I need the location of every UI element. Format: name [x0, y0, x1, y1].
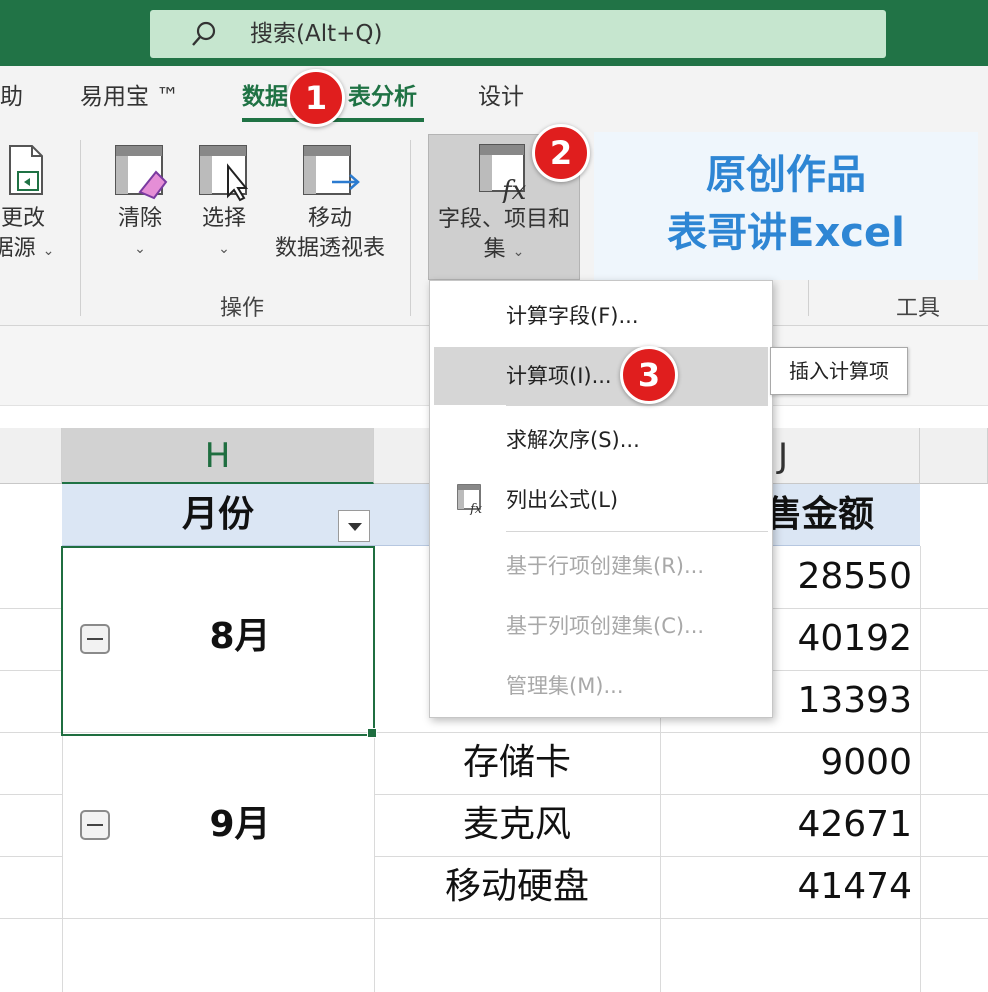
move-label-1: 移动 [307, 206, 352, 231]
svg-text:fx: fx [500, 176, 527, 203]
filter-dropdown-button[interactable] [338, 510, 370, 542]
menu-item-manage-sets: 管理集(M)... [430, 657, 772, 715]
tab-pivot-analyze-part1[interactable]: 数据 [242, 80, 288, 114]
change-source-icon [9, 145, 43, 195]
change-source-label-1: 更改 [0, 206, 45, 231]
amount-cell[interactable]: 41474 [660, 856, 912, 918]
chevron-down-icon: ⌄ [134, 241, 146, 257]
group-label-tools: 工具 [896, 296, 941, 321]
month-cell-sep[interactable]: 9月 [130, 794, 350, 856]
select-pivot-icon [199, 145, 249, 202]
group-divider [80, 140, 81, 316]
clear-pivot-icon [115, 145, 168, 200]
amount-cell[interactable]: 9000 [660, 732, 912, 794]
watermark-line-1: 原创作品 [706, 152, 866, 198]
search-placeholder: 搜索(Alt+Q) [250, 21, 383, 47]
step-badge-3: 3 [620, 346, 678, 404]
search-box[interactable]: 搜索(Alt+Q) [150, 10, 886, 58]
column-header-h[interactable]: H [62, 428, 374, 484]
menu-item-list-formulas[interactable]: 列出公式(L) [430, 471, 772, 529]
menu-item-solve-order[interactable]: 求解次序(S)... [430, 411, 772, 469]
menu-item-label: 计算项(I)... [506, 364, 612, 388]
fill-handle[interactable] [367, 728, 377, 738]
menu-item-label: 求解次序(S)... [506, 428, 640, 452]
fields-items-sets-menu: 计算字段(F)... 计算项(I)... 求解次序(S)... fx 列出公式(… [429, 280, 773, 718]
menu-item-label: 管理集(M)... [506, 674, 624, 698]
watermark: 原创作品 表哥讲Excel [594, 132, 978, 280]
change-source-label-2: 据源 [0, 236, 36, 261]
move-pivot-table-button[interactable]: 移动 数据透视表 [266, 142, 394, 264]
group-label-operation: 操作 [220, 296, 265, 321]
fx-pivot-icon: fx [479, 144, 527, 203]
tab-easyuse[interactable]: 易用宝 ™ [80, 80, 179, 114]
menu-separator [506, 405, 768, 406]
watermark-line-2: 表哥讲Excel [667, 210, 905, 256]
tooltip: 插入计算项 [770, 347, 908, 395]
chevron-down-icon: ⌄ [42, 243, 55, 259]
clear-label: 清除 [117, 206, 162, 231]
title-bar: 搜索(Alt+Q) [0, 0, 988, 66]
product-cell[interactable]: 移动硬盘 [374, 856, 660, 918]
menu-item-label: 列出公式(L) [506, 488, 619, 512]
cell-selection-border [61, 546, 375, 736]
product-cell[interactable]: 存储卡 [374, 732, 660, 794]
pivot-header-month-label: 月份 [181, 494, 254, 535]
fields-items-label-1: 字段、项目和 [437, 207, 570, 232]
change-data-source-button[interactable]: 更改 据源 ⌄ [0, 142, 60, 266]
pivot-header-month[interactable]: 月份 [62, 484, 374, 546]
pivot-header-amount-label: 售金额 [765, 494, 874, 535]
menu-item-calculated-field[interactable]: 计算字段(F)... [430, 287, 772, 345]
row-line [0, 918, 988, 919]
product-cell[interactable]: 麦克风 [374, 794, 660, 856]
row-line [0, 856, 62, 857]
column-header[interactable] [0, 428, 62, 484]
clear-button[interactable]: 清除 ⌄ [104, 142, 176, 264]
group-divider [410, 140, 411, 316]
column-header-j-label: J [778, 436, 789, 476]
menu-item-calculated-item[interactable]: 计算项(I)... [434, 347, 768, 405]
group-divider [808, 280, 809, 316]
collapse-button[interactable] [80, 810, 110, 840]
menu-item-create-set-columns: 基于列项创建集(C)... [430, 597, 772, 655]
tab-pivot-analyze-part2[interactable]: 表分析 [348, 80, 417, 114]
search-icon [192, 21, 216, 46]
select-button[interactable]: 选择 ⌄ [188, 142, 260, 264]
row-line [0, 794, 62, 795]
menu-item-label: 计算字段(F)... [506, 304, 639, 328]
select-label: 选择 [201, 206, 246, 231]
tab-help[interactable]: 助 [0, 80, 23, 114]
chevron-down-icon: ⌄ [218, 241, 230, 257]
amount-cell[interactable]: 42671 [660, 794, 912, 856]
menu-separator [506, 531, 768, 532]
move-label-2: 数据透视表 [274, 236, 385, 261]
column-line [920, 546, 921, 992]
ribbon-tabs: 助 易用宝 ™ 数据 表分析 设计 [0, 66, 988, 130]
fields-items-label-2: 集 [483, 237, 506, 262]
menu-item-label: 基于行项创建集(R)... [506, 554, 705, 578]
row-line [0, 670, 62, 671]
row-line [0, 608, 62, 609]
menu-item-label: 基于列项创建集(C)... [506, 614, 705, 638]
step-badge-2: 2 [532, 124, 590, 182]
chevron-down-icon: ⌄ [512, 244, 525, 260]
column-header[interactable] [920, 428, 988, 484]
menu-item-create-set-rows: 基于行项创建集(R)... [430, 537, 772, 595]
step-badge-1: 1 [287, 69, 345, 127]
tab-design[interactable]: 设计 [478, 80, 524, 114]
move-pivot-icon [303, 145, 360, 195]
